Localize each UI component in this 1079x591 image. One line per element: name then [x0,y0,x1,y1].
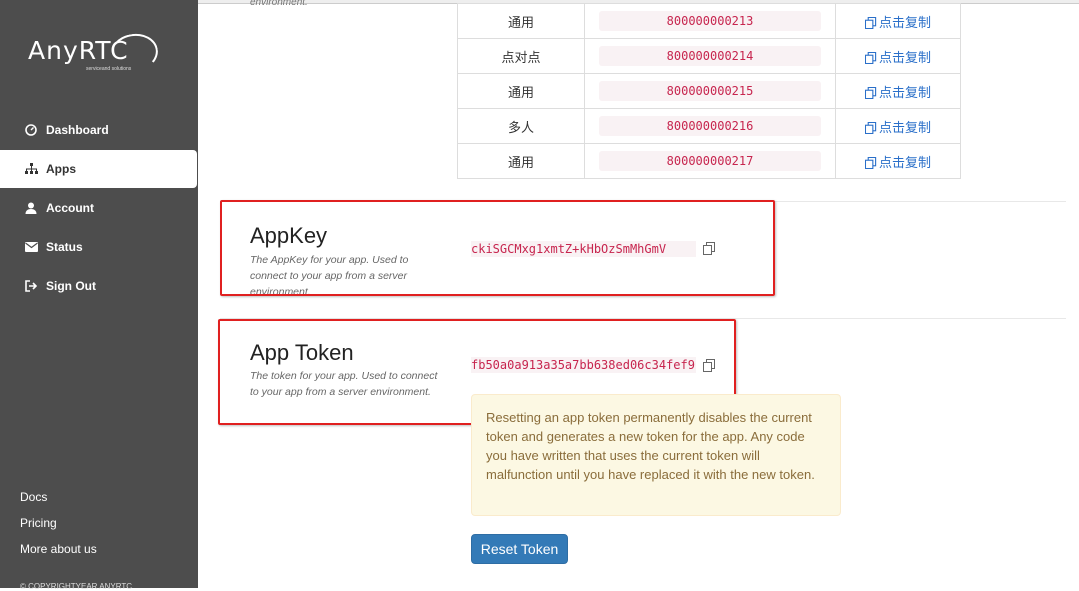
sidebar-item-label: Dashboard [46,123,109,137]
room-type-cell: 点对点 [457,38,585,74]
logo-subtitle: serviceand solutions [86,66,132,72]
copy-label: 点击复制 [878,14,931,30]
copy-link[interactable]: 点击复制 [864,49,931,65]
copy-cell: 点击复制 [835,73,961,109]
pricing-link[interactable]: Pricing [20,516,97,530]
room-id-cell: 800000000216 [584,108,836,144]
room-id[interactable]: 800000000216 [599,116,821,136]
sign-out-icon [24,279,38,293]
sidebar-item-label: Apps [46,162,76,176]
copy-icon [864,155,879,170]
about-link[interactable]: More about us [20,542,97,556]
copy-label: 点击复制 [878,84,931,100]
sidebar-item-signout[interactable]: Sign Out [0,267,198,305]
anyrtc-logo[interactable]: AnyRTC serviceand solutions [26,30,161,76]
copy-label: 点击复制 [878,49,931,65]
room-id[interactable]: 800000000217 [599,151,821,171]
room-id[interactable]: 800000000213 [599,11,821,31]
copy-icon [864,50,879,65]
copy-link[interactable]: 点击复制 [864,119,931,135]
copy-label: 点击复制 [878,154,931,170]
sidebar: AnyRTC serviceand solutions Dashboard Ap… [0,0,198,591]
room-type-cell: 通用 [457,143,585,179]
sidebar-nav: Dashboard Apps Account Status Sign Out [0,111,198,306]
sidebar-item-dashboard[interactable]: Dashboard [0,111,198,149]
copy-icon [864,120,879,135]
table-row: 通用 800000000215 点击复制 [457,73,961,109]
copy-link[interactable]: 点击复制 [864,154,931,170]
copy-cell: 点击复制 [835,108,961,144]
sidebar-item-label: Sign Out [46,279,96,293]
table-row: 多人 800000000216 点击复制 [457,108,961,144]
sidebar-item-label: Account [46,201,94,215]
highlight-box-appkey [220,200,775,296]
reset-token-button[interactable]: Reset Token [471,534,568,564]
room-id[interactable]: 800000000215 [599,81,821,101]
sidebar-item-account[interactable]: Account [0,189,198,227]
apps-icon [24,162,38,176]
room-type-cell: 通用 [457,3,585,39]
sidebar-item-status[interactable]: Status [0,228,198,266]
docs-link[interactable]: Docs [20,490,97,504]
room-id-cell: 800000000217 [584,143,836,179]
sidebar-item-apps[interactable]: Apps [0,150,197,188]
sidebar-item-label: Status [46,240,83,254]
copy-link[interactable]: 点击复制 [864,14,931,30]
room-id-cell: 800000000213 [584,3,836,39]
room-id-cell: 800000000215 [584,73,836,109]
room-id-cell: 800000000214 [584,38,836,74]
table-row: 点对点 800000000214 点击复制 [457,38,961,74]
copy-cell: 点击复制 [835,38,961,74]
reset-warning-alert: Resetting an app token permanently disab… [471,394,841,516]
copy-icon [864,15,879,30]
room-type-cell: 通用 [457,73,585,109]
copyright: © COPYRIGHTYEAR ANYRTC [20,582,132,591]
envelope-icon [24,240,38,254]
top-description-fragment: environment. [250,0,308,8]
copy-label: 点击复制 [878,119,931,135]
dashboard-icon [24,123,38,137]
copy-cell: 点击复制 [835,143,961,179]
footer-links: Docs Pricing More about us [20,490,97,568]
room-id[interactable]: 800000000214 [599,46,821,66]
copy-cell: 点击复制 [835,3,961,39]
copy-link[interactable]: 点击复制 [864,84,931,100]
room-type-cell: 多人 [457,108,585,144]
user-icon [24,201,38,215]
table-row: 通用 800000000217 点击复制 [457,143,961,179]
table-row: 通用 800000000213 点击复制 [457,3,961,39]
room-table: 通用 800000000213 点击复制 点对点 800000000214 点击复制 通用 8… [457,3,961,179]
copy-icon [864,85,879,100]
